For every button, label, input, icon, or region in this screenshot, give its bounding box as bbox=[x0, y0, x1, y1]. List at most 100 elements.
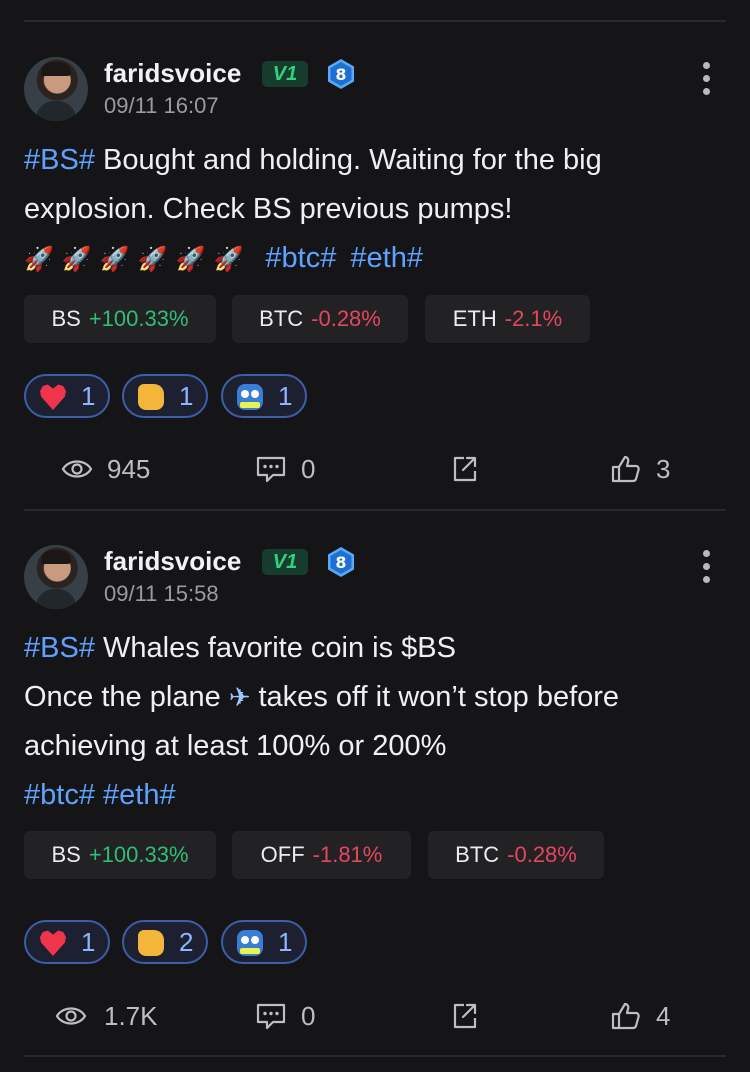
coin-change: -2.1% bbox=[504, 306, 563, 331]
airplane-icon: ✈ bbox=[228, 682, 251, 712]
post-line: #BS# Whales favorite coin is $BS bbox=[24, 624, 729, 673]
rocket-icon: 🚀 bbox=[24, 246, 54, 273]
coin-symbol: BTC bbox=[455, 842, 500, 867]
level-badge-icon: 8 bbox=[328, 547, 354, 577]
post-line: #btc# #eth# bbox=[24, 771, 729, 820]
coin-symbol: BS bbox=[51, 842, 81, 867]
coin-chip-bs[interactable]: BS +100.33% bbox=[24, 831, 216, 879]
post-text: achieving at least 100% or 200% bbox=[24, 730, 447, 762]
eye-icon bbox=[55, 1007, 87, 1025]
share-icon[interactable] bbox=[451, 1001, 479, 1031]
post-text: explosion. Check BS previous pumps! bbox=[24, 193, 513, 225]
level-number: 8 bbox=[335, 65, 346, 84]
level-badge-icon: 8 bbox=[328, 59, 354, 89]
rocket-icon: 🚀 bbox=[99, 246, 130, 273]
post-text: takes off it won’t stop before bbox=[258, 681, 620, 713]
hashtag-bs[interactable]: #BS# bbox=[24, 144, 95, 176]
top-divider bbox=[24, 20, 726, 22]
coin-chip-bs[interactable]: BS +100.33% bbox=[24, 295, 216, 343]
views-stat: 1.7K bbox=[55, 1001, 175, 1031]
like-count: 4 bbox=[656, 1001, 671, 1031]
heart-icon bbox=[40, 384, 66, 410]
coin-symbol: BS bbox=[51, 306, 81, 331]
views-count: 945 bbox=[107, 454, 151, 484]
rocket-icon: 🚀 bbox=[61, 246, 92, 273]
reaction-count: 1 bbox=[179, 381, 194, 411]
thumbs-up-outline-icon bbox=[611, 1002, 640, 1030]
thumbs-up-icon bbox=[138, 930, 164, 956]
reaction-thumbs-up[interactable]: 2 bbox=[122, 920, 208, 964]
timestamp: 09/11 16:07 bbox=[104, 93, 219, 118]
coin-symbol: ETH bbox=[452, 306, 497, 331]
vip-badge: V1 bbox=[262, 61, 308, 87]
post-line: 🚀 🚀 🚀 🚀 🚀 🚀 #btc# #eth# bbox=[24, 234, 729, 283]
post-body: #BS# Whales favorite coin is $BS Once th… bbox=[24, 624, 729, 820]
hodl-icon bbox=[237, 384, 263, 410]
hashtag-eth[interactable]: #eth# bbox=[350, 242, 423, 274]
avatar[interactable] bbox=[24, 57, 88, 121]
rocket-icon: 🚀 bbox=[137, 246, 168, 273]
username[interactable]: faridsvoice bbox=[104, 58, 241, 89]
rocket-icon: 🚀 bbox=[213, 246, 244, 273]
post-line: achieving at least 100% or 200% bbox=[24, 722, 729, 771]
comment-count: 0 bbox=[301, 1001, 316, 1031]
comment-button[interactable]: 0 bbox=[255, 454, 325, 484]
reaction-count: 1 bbox=[278, 927, 293, 957]
comment-icon bbox=[256, 456, 286, 483]
like-button[interactable]: 3 bbox=[610, 454, 680, 484]
heart-icon bbox=[40, 930, 66, 956]
eye-icon bbox=[61, 460, 93, 478]
reaction-hodl[interactable]: 1 bbox=[221, 374, 307, 418]
hashtag-bs[interactable]: #BS# bbox=[24, 632, 95, 664]
reaction-count: 2 bbox=[179, 927, 194, 957]
reaction-thumbs-up[interactable]: 1 bbox=[122, 374, 208, 418]
comment-count: 0 bbox=[301, 454, 316, 484]
coin-change: +100.33% bbox=[88, 306, 189, 331]
level-number: 8 bbox=[335, 553, 346, 572]
post-text: Once the plane bbox=[24, 681, 221, 713]
views-stat: 945 bbox=[61, 454, 171, 484]
reaction-count: 1 bbox=[278, 381, 293, 411]
timestamp: 09/11 15:58 bbox=[104, 581, 219, 606]
more-options-icon[interactable] bbox=[694, 547, 718, 587]
reaction-count: 1 bbox=[81, 381, 96, 411]
hodl-icon bbox=[237, 930, 263, 956]
share-icon[interactable] bbox=[451, 454, 479, 484]
post-body: #BS# Bought and holding. Waiting for the… bbox=[24, 136, 729, 283]
reaction-heart[interactable]: 1 bbox=[24, 920, 110, 964]
reaction-count: 1 bbox=[81, 927, 96, 957]
coin-change: -1.81% bbox=[312, 842, 383, 867]
reaction-heart[interactable]: 1 bbox=[24, 374, 110, 418]
post-line: #BS# Bought and holding. Waiting for the… bbox=[24, 136, 729, 185]
post-line: explosion. Check BS previous pumps! bbox=[24, 185, 729, 234]
post-line: Once the plane ✈ takes off it won’t stop b… bbox=[24, 673, 729, 722]
coin-chip-btc[interactable]: BTC -0.28% bbox=[428, 831, 604, 879]
like-button[interactable]: 4 bbox=[610, 1001, 680, 1031]
vip-badge: V1 bbox=[262, 549, 308, 575]
coin-chip-eth[interactable]: ETH -2.1% bbox=[425, 295, 590, 343]
coin-symbol: OFF bbox=[260, 842, 305, 867]
coin-symbol: BTC bbox=[259, 306, 304, 331]
post-divider bbox=[24, 509, 726, 511]
comment-button[interactable]: 0 bbox=[255, 1001, 325, 1031]
more-options-icon[interactable] bbox=[694, 59, 718, 99]
views-count: 1.7K bbox=[104, 1001, 158, 1031]
coin-chip-off[interactable]: OFF -1.81% bbox=[232, 831, 411, 879]
comment-icon bbox=[256, 1003, 286, 1030]
avatar[interactable] bbox=[24, 545, 88, 609]
coin-chip-btc[interactable]: BTC -0.28% bbox=[232, 295, 408, 343]
username[interactable]: faridsvoice bbox=[104, 546, 241, 577]
hashtag-eth[interactable]: #eth# bbox=[103, 779, 176, 811]
like-count: 3 bbox=[656, 454, 671, 484]
thumbs-up-outline-icon bbox=[611, 455, 640, 483]
coin-change: +100.33% bbox=[88, 842, 189, 867]
post-text: Whales favorite coin is $BS bbox=[94, 632, 456, 664]
coin-change: -0.28% bbox=[311, 306, 381, 331]
hashtag-btc[interactable]: #btc# bbox=[265, 242, 336, 274]
bottom-divider bbox=[24, 1055, 726, 1057]
reaction-hodl[interactable]: 1 bbox=[221, 920, 307, 964]
hashtag-btc[interactable]: #btc# bbox=[24, 779, 95, 811]
thumbs-up-icon bbox=[138, 384, 164, 410]
rocket-icon: 🚀 bbox=[175, 246, 206, 273]
post-text: Bought and holding. Waiting for the big bbox=[94, 144, 602, 176]
